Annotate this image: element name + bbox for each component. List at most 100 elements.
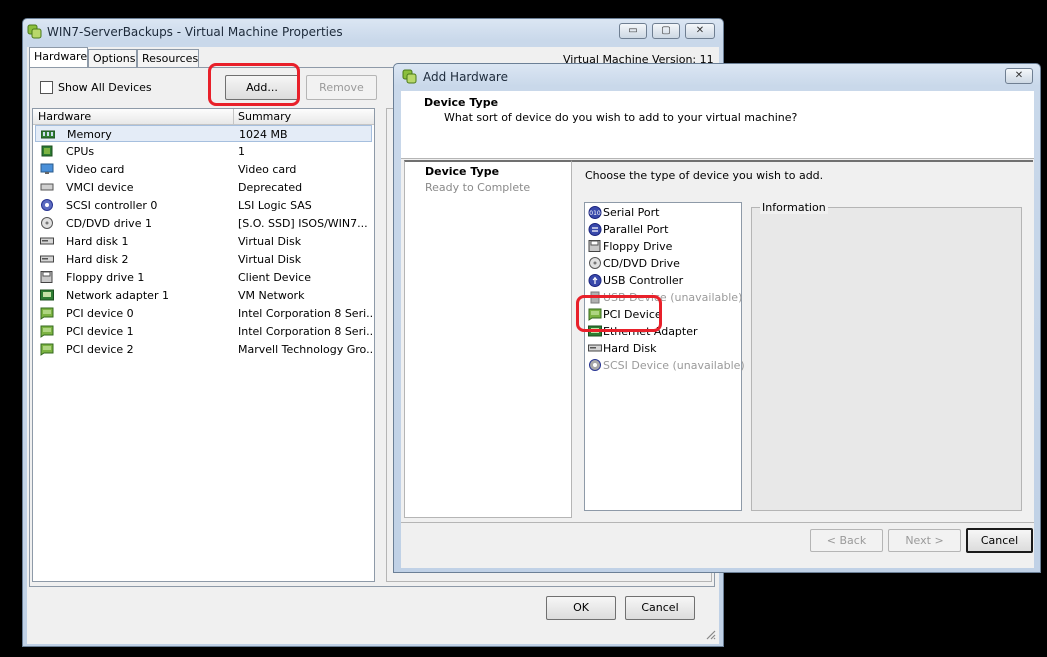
pci-icon [40,307,54,320]
hardware-row-summary: Virtual Disk [238,253,302,266]
device-type-label: USB Controller [603,274,684,287]
wizard-content-panel: Choose the type of device you wish to ad… [572,160,1033,518]
monitor-icon [40,163,54,175]
add-hardware-dialog: Add Hardware ✕ Device Type What sort of … [393,63,1041,573]
hardware-row[interactable]: VMCI device Deprecated [35,179,372,196]
show-all-devices-label: Show All Devices [58,81,152,94]
hardware-row-summary: Client Device [238,271,311,284]
hardware-row-summary: Intel Corporation 8 Seri... [238,307,372,320]
tab-options-label: Options [93,52,136,65]
summary-column-header[interactable]: Summary [238,110,291,123]
device-type-label: Floppy Drive [603,240,673,253]
pci-icon [40,343,54,356]
hardware-table-header: Hardware Summary [33,109,374,125]
hardware-row[interactable]: Video card Video card [35,161,372,178]
device-type-label: SCSI Device (unavailable) [603,359,745,372]
wizard-separator [401,522,1034,523]
add-hardware-titlebar: Add Hardware ✕ [394,64,1040,90]
back-button-label: < Back [826,534,867,547]
memory-icon [40,128,56,140]
svg-text:010: 010 [589,210,601,217]
hardware-row[interactable]: Memory 1024 MB [35,125,372,142]
hardware-row-name: CPUs [66,145,95,158]
disk-icon [40,235,54,247]
device-type-list[interactable]: 010 Serial Port Parallel Port Floppy Drive C… [584,202,745,511]
usb-icon [588,274,602,287]
hardware-row[interactable]: Network adapter 1 VM Network [35,287,372,304]
close-icon: ✕ [1014,70,1024,81]
minimize-icon: ▭ [628,25,638,36]
cdrom-icon [40,217,54,229]
hardware-row[interactable]: SCSI controller 0 LSI Logic SAS [35,197,372,214]
cpu-icon [40,145,54,157]
dialog-cancel-button-label: Cancel [980,534,1019,547]
scsi-icon [40,199,54,211]
information-group: Information [751,201,1022,511]
hardware-column-header[interactable]: Hardware [38,110,91,123]
hardware-row[interactable]: PCI device 0 Intel Corporation 8 Seri... [35,305,372,322]
tab-options[interactable]: Options [88,49,137,68]
resize-grip-icon[interactable] [704,628,716,640]
step-device-type[interactable]: Device Type [425,165,499,178]
wizard-header: Device Type What sort of device do you w… [401,91,1034,159]
hardware-row[interactable]: CD/DVD drive 1 [S.O. SSD] ISOS/WIN7... [35,215,372,232]
wizard-steps-panel: Device Type Ready to Complete [404,160,572,518]
hardware-row[interactable]: CPUs 1 [35,143,372,160]
tab-resources-label: Resources [142,52,199,65]
minimize-button[interactable]: ▭ [619,23,647,39]
pci-device-highlight [576,295,662,332]
remove-button-label: Remove [319,81,364,94]
next-button-label: Next > [905,534,944,547]
vm-properties-titlebar: WIN7-ServerBackups - Virtual Machine Pro… [23,19,723,45]
hardware-row-summary: Intel Corporation 8 Seri... [238,325,372,338]
wizard-header-title: Device Type [424,96,499,109]
ok-button[interactable]: OK [546,596,616,620]
device-type-prompt: Choose the type of device you wish to ad… [585,169,824,182]
hardware-row-name: PCI device 0 [66,307,134,320]
cancel-button-label: Cancel [641,601,679,614]
maximize-icon: ▢ [661,25,671,36]
remove-button[interactable]: Remove [306,75,377,100]
pci-icon [40,325,54,338]
device-type-label: Parallel Port [603,223,669,236]
add-button-highlight [208,63,300,106]
hardware-row[interactable]: Floppy drive 1 Client Device [35,269,372,286]
hardware-row-name: Hard disk 1 [66,235,129,248]
disk-icon [40,253,54,265]
tab-hardware[interactable]: Hardware [29,47,88,68]
vsphere-app-icon [402,69,417,84]
back-button[interactable]: < Back [810,529,883,552]
hardware-row[interactable]: Hard disk 2 Virtual Disk [35,251,372,268]
hardware-row-name: VMCI device [66,181,134,194]
cancel-button[interactable]: Cancel [625,596,695,620]
maximize-button[interactable]: ▢ [652,23,680,39]
hardware-row-name: Network adapter 1 [66,289,169,302]
parallel-port-icon [588,223,602,236]
close-button[interactable]: ✕ [685,23,715,39]
vm-properties-title: WIN7-ServerBackups - Virtual Machine Pro… [47,25,343,39]
hardware-row[interactable]: PCI device 2 Marvell Technology Gro... [35,341,372,358]
dialog-cancel-button[interactable]: Cancel [966,528,1033,553]
tab-resources[interactable]: Resources [137,49,199,68]
vsphere-app-icon [27,24,42,39]
dialog-close-button[interactable]: ✕ [1005,68,1033,84]
hardware-row[interactable]: PCI device 1 Intel Corporation 8 Seri... [35,323,372,340]
hardware-row[interactable]: Hard disk 1 Virtual Disk [35,233,372,250]
device-type-label: Hard Disk [603,342,657,355]
floppy-icon [588,240,601,253]
next-button[interactable]: Next > [888,529,961,552]
hardware-row-summary: Virtual Disk [238,235,302,248]
show-all-devices-checkbox[interactable] [40,81,53,94]
step-ready-to-complete[interactable]: Ready to Complete [425,181,530,194]
hardware-row-name: Hard disk 2 [66,253,129,266]
hardware-row-summary: Video card [238,163,297,176]
scsi-icon [588,359,601,372]
hardware-row-name: PCI device 2 [66,343,134,356]
add-hardware-client: Device Type What sort of device do you w… [401,91,1034,568]
serial-port-icon: 010 [588,206,602,219]
hardware-row-summary: Deprecated [238,181,303,194]
network-icon [40,289,54,301]
wizard-header-subtitle: What sort of device do you wish to add t… [444,111,798,124]
hardware-row-name: Video card [66,163,125,176]
header-divider [233,109,234,124]
